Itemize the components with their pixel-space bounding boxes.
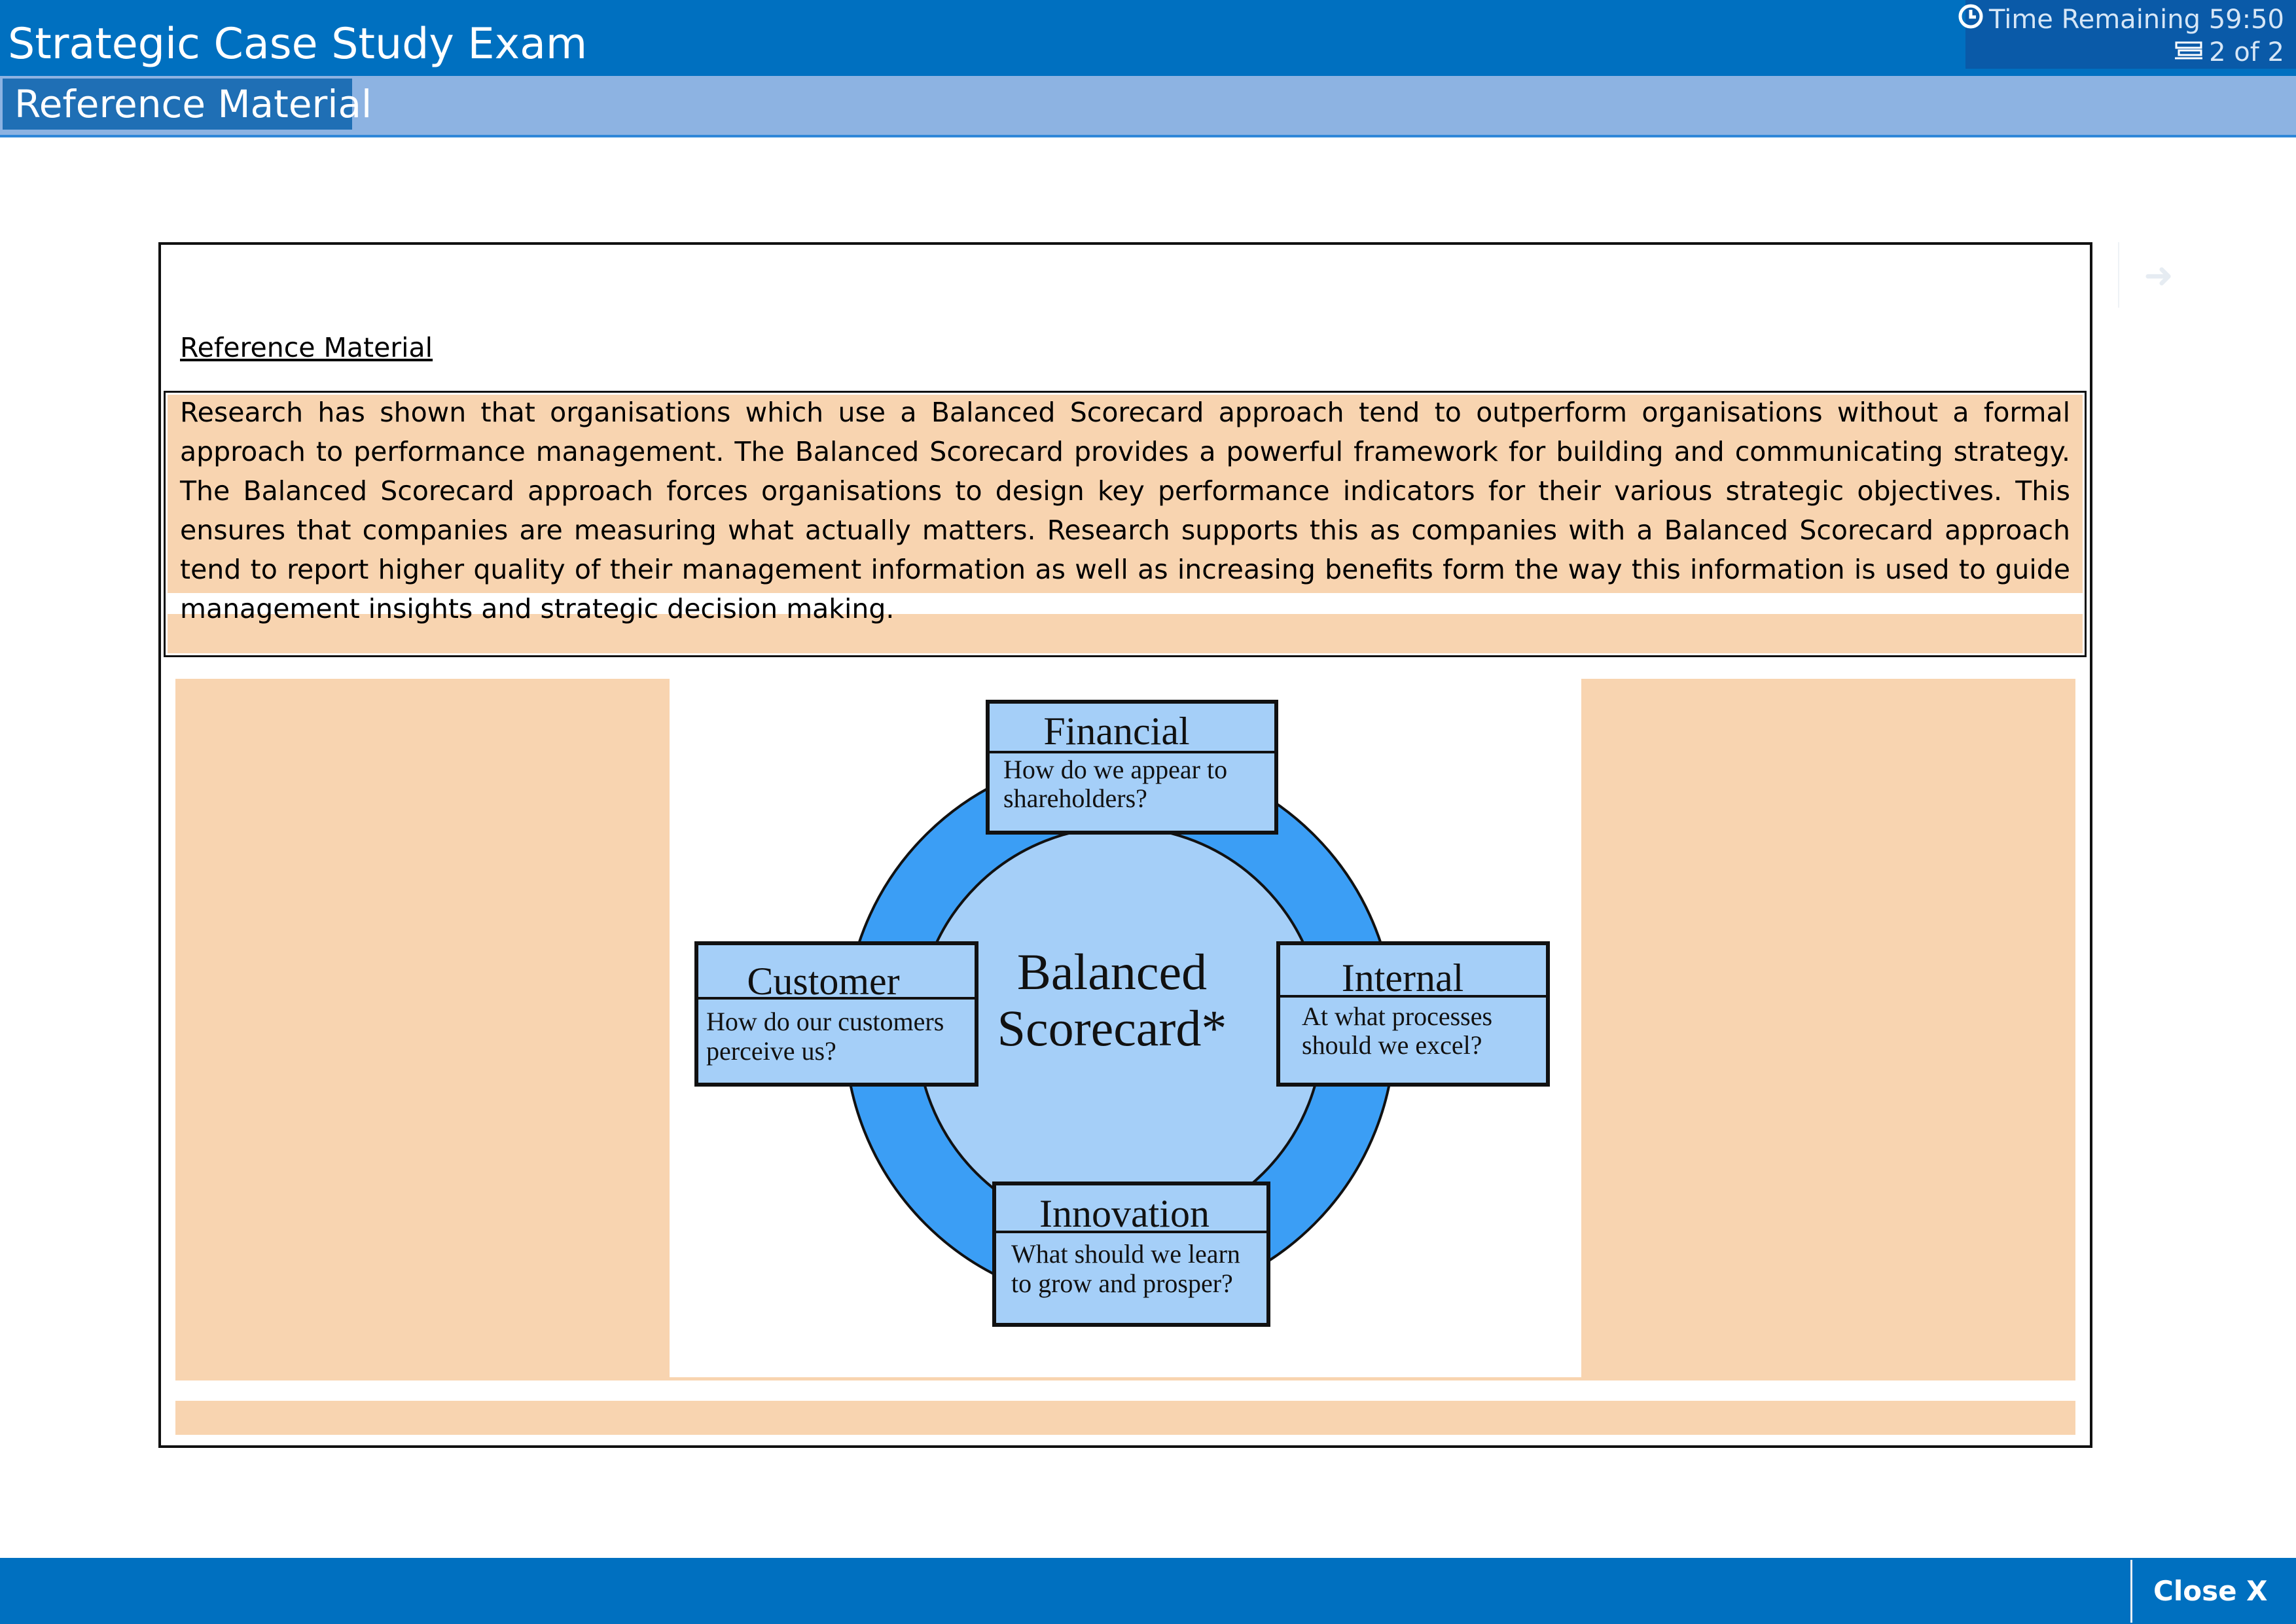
financial-title: Financial — [1043, 710, 1189, 753]
financial-box: Financial How do we appear to shareholde… — [986, 700, 1278, 835]
center-title-line1: Balanced — [1017, 943, 1207, 1000]
internal-title: Internal — [1342, 956, 1464, 1000]
page-indicator: 2 of 2 — [2174, 35, 2284, 69]
financial-question-line2: shareholders? — [1003, 784, 1147, 813]
center-title-line2: Scorecard* — [997, 1000, 1227, 1056]
page-indicator-label: 2 of 2 — [2209, 37, 2284, 67]
customer-question-line1: How do our customers — [706, 1007, 944, 1036]
financial-question-line1: How do we appear to — [1003, 755, 1227, 784]
tab-reference-material[interactable]: Reference Material — [3, 79, 372, 130]
innovation-box: Innovation What should we learn to grow … — [992, 1182, 1270, 1327]
customer-box: Customer How do our customers perceive u… — [694, 941, 978, 1087]
time-remaining-label: Time Remaining 59:50 — [1989, 5, 2284, 35]
innovation-question-line2: to grow and prosper? — [1011, 1269, 1233, 1298]
footer-bar — [0, 1558, 2296, 1624]
customer-title: Customer — [747, 960, 899, 1003]
timer-panel: Time Remaining 59:50 2 of 2 — [1958, 0, 2296, 69]
pages-icon — [2174, 37, 2204, 67]
reference-heading: Reference Material — [180, 332, 433, 363]
clock-icon — [1958, 3, 1984, 36]
arrow-right-icon: ➜ — [2144, 254, 2174, 296]
next-button[interactable]: ➜ — [2118, 242, 2198, 308]
internal-question-line1: At what processes — [1302, 1001, 1492, 1031]
innovation-question-line1: What should we learn — [1011, 1239, 1240, 1269]
internal-box: Internal At what processes should we exc… — [1276, 941, 1550, 1087]
bottom-highlight-strip — [175, 1401, 2075, 1435]
customer-question-line2: perceive us? — [706, 1036, 836, 1066]
app-title: Strategic Case Study Exam — [8, 20, 588, 69]
reference-paragraph: Research has shown that organisations wh… — [180, 397, 2070, 624]
close-button[interactable]: Close X — [2153, 1570, 2268, 1613]
footer-divider — [2130, 1560, 2132, 1623]
internal-question-line2: should we excel? — [1302, 1030, 1482, 1060]
innovation-title: Innovation — [1039, 1192, 1210, 1235]
time-remaining: Time Remaining 59:50 — [1958, 3, 2284, 37]
balanced-scorecard-diagram: Balanced Scorecard* Financial How do we … — [694, 700, 1550, 1327]
